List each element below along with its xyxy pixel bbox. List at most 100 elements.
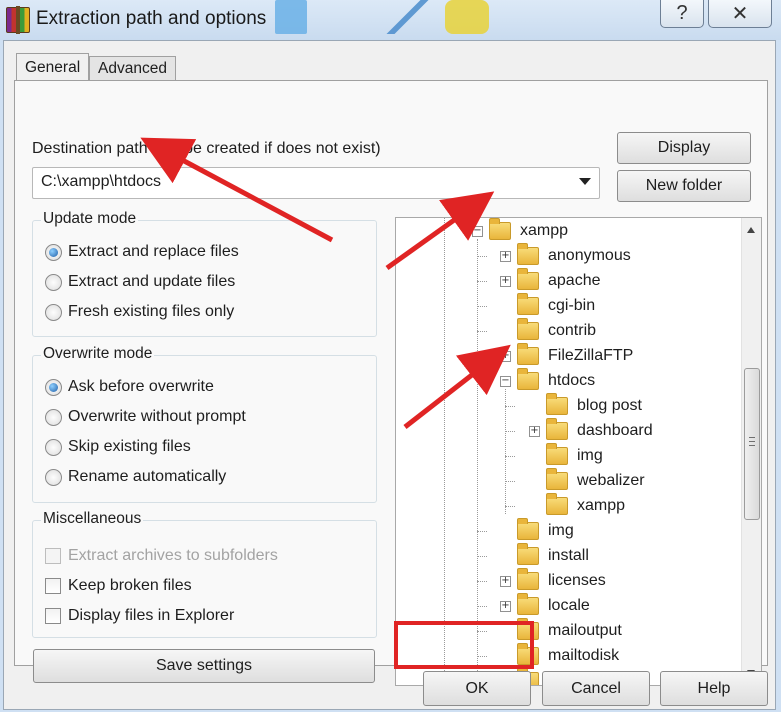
radio-skip-existing[interactable]: Skip existing files	[45, 436, 191, 458]
collapse-minus-icon[interactable]: −	[500, 376, 511, 387]
tree-item-label: anonymous	[548, 247, 631, 264]
background-window-icon	[445, 0, 489, 34]
folder-icon	[517, 568, 539, 590]
checkbox[interactable]	[45, 578, 61, 594]
folder-icon	[517, 343, 539, 365]
tree-item-img[interactable]: img	[546, 443, 603, 468]
tree-item-blog-post[interactable]: blog post	[546, 393, 642, 418]
scroll-thumb[interactable]	[744, 368, 760, 520]
miscellaneous-group: Miscellaneous Extract archives to subfol…	[32, 510, 377, 638]
expand-plus-icon[interactable]: +	[500, 251, 511, 262]
check-keep-broken[interactable]: Keep broken files	[45, 575, 192, 597]
expand-plus-icon[interactable]: +	[529, 426, 540, 437]
check-display-explorer[interactable]: Display files in Explorer	[45, 605, 234, 627]
tree-item-xampp[interactable]: xampp	[546, 493, 625, 518]
tree-item-apache[interactable]: apache	[517, 268, 601, 293]
save-settings-label: Save settings	[155, 657, 253, 674]
tree-item-label: cgi-bin	[548, 297, 596, 314]
collapse-minus-icon[interactable]: −	[472, 226, 483, 237]
radio-rename-auto[interactable]: Rename automatically	[45, 466, 226, 488]
tree-item-xampp[interactable]: xampp	[489, 218, 569, 243]
folder-icon	[546, 418, 568, 440]
destination-path-value: C:\xampp\htdocs	[41, 173, 162, 190]
scroll-up-arrow-icon[interactable]	[747, 227, 755, 233]
radio-ask-before[interactable]: Ask before overwrite	[45, 376, 214, 398]
radio-button[interactable]	[45, 468, 62, 486]
help-icon: ?	[676, 1, 688, 24]
checkbox-label: Keep broken files	[68, 577, 192, 594]
expand-plus-icon[interactable]: +	[500, 276, 511, 287]
tree-guide-line	[477, 306, 487, 307]
folder-icon	[489, 218, 511, 240]
tree-guide-line	[505, 389, 506, 514]
cancel-button[interactable]: Cancel	[542, 671, 650, 706]
help-title-button[interactable]: ?	[660, 0, 704, 28]
radio-label: Overwrite without prompt	[68, 408, 246, 425]
tree-item-licenses[interactable]: licenses	[517, 568, 606, 593]
tree-item-label: contrib	[548, 322, 597, 339]
tree-item-locale[interactable]: locale	[517, 593, 590, 618]
tree-item-contrib[interactable]: contrib	[517, 318, 597, 343]
radio-label: Extract and update files	[68, 273, 236, 290]
radio-button[interactable]	[45, 243, 62, 261]
tab-general[interactable]: General	[16, 53, 90, 81]
tree-guide-line	[477, 256, 487, 257]
folder-icon	[546, 443, 568, 465]
checkbox[interactable]	[45, 608, 61, 624]
checkbox	[45, 548, 61, 564]
tree-item-htdocs[interactable]: htdocs	[517, 368, 595, 393]
cancel-button-label: Cancel	[571, 679, 621, 697]
tree-item-cgi-bin[interactable]: cgi-bin	[517, 293, 596, 318]
update-mode-group: Update mode Extract and replace files Ex…	[32, 210, 377, 337]
tree-item-dashboard[interactable]: dashboard	[546, 418, 653, 443]
ok-highlight-box	[394, 621, 534, 669]
ok-button[interactable]: OK	[423, 671, 531, 706]
tree-item-webalizer[interactable]: webalizer	[546, 468, 645, 493]
tree-scrollbar[interactable]	[741, 218, 761, 685]
radio-button[interactable]	[45, 273, 62, 291]
tree-item-filezillaftp[interactable]: FileZillaFTP	[517, 343, 633, 368]
radio-extract-update[interactable]: Extract and update files	[45, 271, 235, 293]
update-mode-title: Update mode	[41, 210, 139, 228]
help-button[interactable]: Help	[660, 671, 768, 706]
folder-icon	[546, 468, 568, 490]
save-settings-button[interactable]: Save settings	[33, 649, 375, 683]
folder-icon	[517, 268, 539, 290]
tree-item-install[interactable]: install	[517, 543, 589, 568]
folder-tree[interactable]: xampp − anonymous + apache + cgi-bin contrib Fil…	[395, 217, 762, 686]
folder-icon	[517, 243, 539, 265]
tree-item-anonymous[interactable]: anonymous	[517, 243, 631, 268]
radio-button[interactable]	[45, 378, 62, 396]
tree-item-label: blog post	[577, 397, 642, 414]
radio-button[interactable]	[45, 408, 62, 426]
checkbox-label: Extract archives to subfolders	[68, 547, 278, 564]
radio-extract-replace[interactable]: Extract and replace files	[45, 241, 239, 263]
radio-button[interactable]	[45, 303, 62, 321]
radio-label: Skip existing files	[68, 438, 191, 455]
folder-icon	[546, 493, 568, 515]
tree-item-label: mailtodisk	[548, 647, 620, 664]
help-button-label: Help	[697, 679, 731, 697]
general-tab-page: Destination path (will be created if doe…	[14, 80, 768, 686]
tree-item-label: webalizer	[577, 472, 645, 489]
tab-advanced[interactable]: Advanced	[89, 56, 176, 81]
folder-icon	[517, 293, 539, 315]
radio-overwrite-without[interactable]: Overwrite without prompt	[45, 406, 246, 428]
extraction-dialog: General Advanced Destination path (will …	[3, 40, 776, 710]
tree-guide-line	[477, 531, 487, 532]
dropdown-arrow-icon[interactable]	[579, 178, 591, 185]
ok-button-label: OK	[465, 679, 489, 697]
expand-plus-icon[interactable]: +	[500, 576, 511, 587]
grip-line	[749, 441, 755, 442]
display-button[interactable]: Display	[617, 132, 751, 164]
expand-plus-icon[interactable]: +	[500, 601, 511, 612]
tree-item-img[interactable]: img	[517, 518, 574, 543]
tree-item-label: xampp	[520, 222, 569, 239]
radio-label: Ask before overwrite	[68, 378, 214, 395]
destination-path-combo[interactable]: C:\xampp\htdocs	[32, 167, 600, 199]
radio-fresh-existing[interactable]: Fresh existing files only	[45, 301, 234, 323]
new-folder-button[interactable]: New folder	[617, 170, 751, 202]
expand-plus-icon[interactable]: +	[500, 351, 511, 362]
close-title-button[interactable]: ✕	[708, 0, 772, 28]
radio-button[interactable]	[45, 438, 62, 456]
